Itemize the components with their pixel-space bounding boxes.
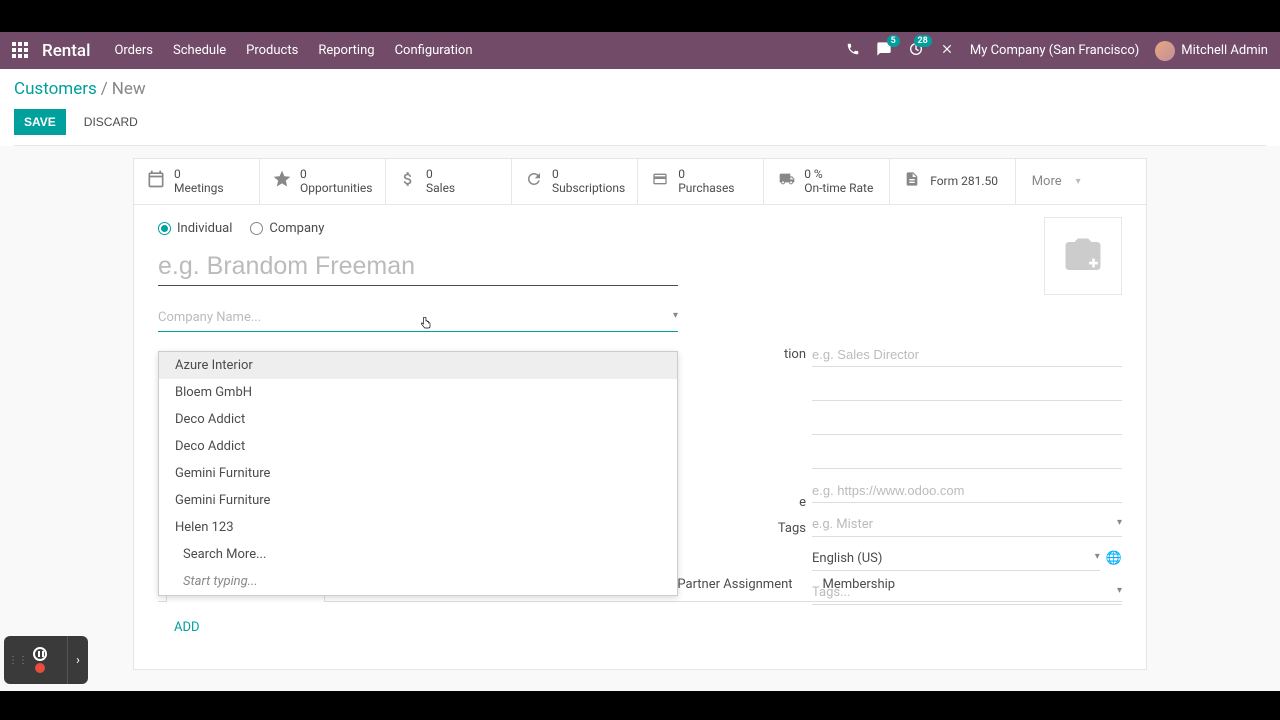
chevron-right-icon[interactable]: › — [68, 636, 88, 684]
chevron-down-icon: ▾ — [673, 310, 678, 325]
company-switcher[interactable]: My Company (San Francisco) — [970, 43, 1139, 58]
stat-ontime[interactable]: 0 %On-time Rate — [764, 159, 890, 204]
chevron-down-icon: ▾ — [1117, 517, 1122, 532]
stat-purchases[interactable]: 0Purchases — [638, 159, 764, 204]
dropdown-item[interactable]: Deco Addict — [159, 433, 677, 460]
title-select[interactable]: e.g. Mister▾ — [812, 513, 1122, 537]
stat-form281[interactable]: Form 281.50 — [890, 159, 1016, 204]
nav-products[interactable]: Products — [246, 43, 298, 58]
stat-opportunities[interactable]: 0Opportunities — [260, 159, 386, 204]
dropdown-item[interactable]: Gemini Furniture — [159, 487, 677, 514]
dropdown-item[interactable]: Gemini Furniture — [159, 460, 677, 487]
activities-badge: 28 — [914, 35, 932, 47]
name-input[interactable] — [158, 248, 678, 286]
company-dropdown: Azure Interior Bloem GmbH Deco Addict De… — [158, 351, 678, 596]
stat-more[interactable]: More ▾ — [1016, 159, 1096, 204]
image-upload[interactable] — [1044, 217, 1122, 295]
chevron-down-icon: ▾ — [1095, 551, 1100, 566]
chevron-down-icon: ▾ — [1076, 176, 1081, 187]
avatar — [1155, 41, 1175, 61]
debug-icon[interactable] — [940, 42, 954, 60]
save-button[interactable]: SAVE — [14, 109, 66, 135]
refresh-icon — [524, 170, 544, 193]
job-position-input[interactable] — [812, 343, 1122, 367]
mobile-input[interactable] — [812, 411, 1122, 435]
user-menu[interactable]: Mitchell Admin — [1155, 41, 1268, 61]
company-select[interactable]: Company Name... ▾ — [158, 304, 678, 332]
card-icon — [650, 171, 670, 192]
dropdown-item[interactable]: Bloem GmbH — [159, 379, 677, 406]
form-sheet: 0Meetings 0Opportunities 0Sales 0Subscri… — [133, 158, 1147, 670]
stat-meetings[interactable]: 0Meetings — [134, 159, 260, 204]
screen-recorder-widget[interactable]: ⋮⋮ › — [4, 636, 88, 684]
language-select[interactable]: English (US)▾ — [812, 547, 1100, 571]
email-input[interactable] — [812, 445, 1122, 469]
radio-company[interactable]: Company — [250, 221, 324, 236]
label-fragment: e — [799, 495, 806, 510]
dropdown-item[interactable]: Deco Addict — [159, 406, 677, 433]
dropdown-start-typing: Start typing... — [159, 568, 677, 595]
tags-select[interactable]: Tags...▾ — [812, 581, 1122, 605]
add-button[interactable]: ADD — [158, 602, 216, 653]
discard-button[interactable]: DISCARD — [74, 109, 148, 135]
brand: Rental — [42, 41, 90, 61]
phone-icon[interactable] — [846, 42, 860, 60]
nav-configuration[interactable]: Configuration — [395, 43, 473, 58]
dollar-icon — [398, 170, 418, 193]
messages-icon[interactable]: 5 — [876, 41, 892, 61]
pause-icon[interactable] — [33, 647, 47, 661]
stop-icon[interactable] — [35, 663, 45, 673]
tags-label: Tags — [778, 521, 806, 536]
breadcrumb-root[interactable]: Customers — [14, 79, 97, 99]
phone-input[interactable] — [812, 377, 1122, 401]
breadcrumb-current: New — [112, 79, 146, 99]
dropdown-item[interactable]: Azure Interior — [159, 352, 677, 379]
dropdown-item[interactable]: Helen 123 — [159, 514, 677, 541]
star-icon — [272, 169, 292, 194]
apps-icon[interactable] — [12, 42, 30, 60]
website-input[interactable] — [812, 479, 1122, 503]
stat-sales[interactable]: 0Sales — [386, 159, 512, 204]
chevron-down-icon: ▾ — [1117, 585, 1122, 600]
top-nav: Rental Orders Schedule Products Reportin… — [0, 32, 1280, 69]
label-fragment: tion — [784, 347, 806, 362]
nav-schedule[interactable]: Schedule — [173, 43, 226, 58]
file-icon — [902, 169, 922, 194]
globe-icon[interactable]: 🌐 — [1106, 551, 1122, 566]
radio-individual[interactable]: Individual — [158, 221, 232, 236]
drag-handle-icon[interactable]: ⋮⋮ — [4, 636, 12, 684]
tab-partner-assignment[interactable]: Partner Assignment — [662, 566, 807, 602]
nav-reporting[interactable]: Reporting — [318, 43, 374, 58]
truck-icon — [776, 171, 796, 192]
stat-subscriptions[interactable]: 0Subscriptions — [512, 159, 638, 204]
messages-badge: 5 — [887, 35, 900, 47]
dropdown-search-more[interactable]: Search More... — [159, 541, 677, 568]
activities-icon[interactable]: 28 — [908, 41, 924, 61]
breadcrumb: Customers/New — [14, 79, 1266, 99]
nav-orders[interactable]: Orders — [114, 43, 153, 58]
calendar-icon — [146, 169, 166, 194]
